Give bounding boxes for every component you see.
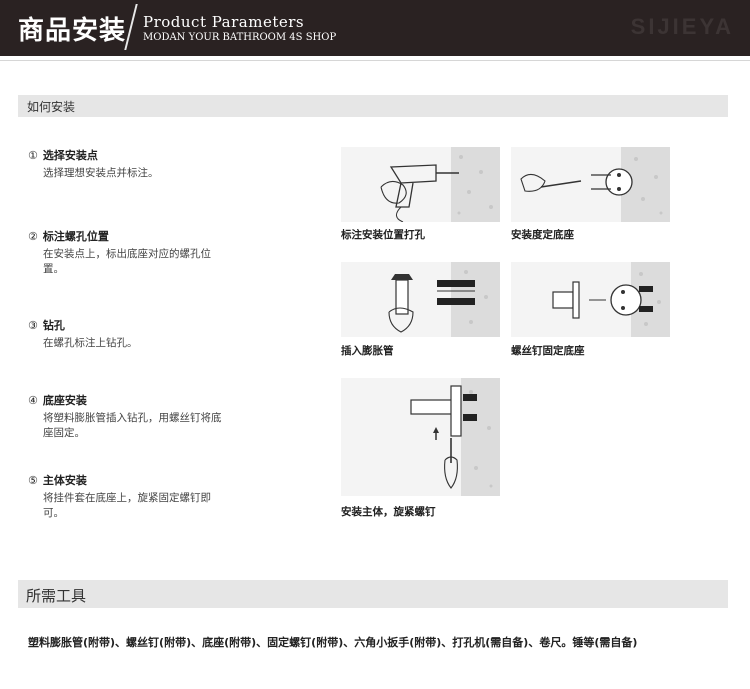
header-subtitle: Product Parameters [143, 13, 305, 31]
figure-caption: 安装度定底座 [511, 229, 574, 241]
figure-caption: 插入膨胀管 [341, 345, 394, 357]
step-number: ③ [28, 319, 38, 332]
figure-drill-image [341, 147, 500, 222]
step-2: ② 标注螺孔位置 在安装点上，标出底座对应的螺孔位置。 [28, 228, 238, 277]
header-divider [124, 4, 138, 50]
step-description: 将塑料膨胀管插入钻孔，用螺丝钉将底座固定。 [43, 412, 222, 439]
figure-marking-image [511, 147, 670, 222]
figure-mount-image [341, 378, 500, 496]
header-title: 商品安装 [18, 16, 127, 46]
header-rule [0, 60, 750, 61]
figure-caption: 安装主体，旋紧螺钉 [341, 506, 436, 518]
step-number: ⑤ [28, 474, 38, 487]
tools-list: 塑料膨胀管(附带)、螺丝钉(附带)、底座(附带)、固定螺钉(附带)、六角小扳手(… [28, 636, 638, 649]
section-install-bar: 如何安装 [18, 95, 728, 117]
step-5: ⑤ 主体安装 将挂件套在底座上，旋紧固定螺钉即可。 [28, 472, 238, 521]
section-tools-bar: 所需工具 [18, 580, 728, 608]
step-number: ② [28, 230, 38, 243]
step-title: 底座安装 [42, 394, 87, 407]
step-title: 标注螺孔位置 [42, 230, 109, 243]
brand-logo: SIJIEYA [630, 14, 734, 39]
step-description: 在安装点上，标出底座对应的螺孔位置。 [43, 248, 211, 275]
figure-base-image [511, 262, 670, 337]
header-tagline: MODAN YOUR BATHROOM 4S SHOP [143, 32, 337, 43]
step-title: 钻孔 [42, 319, 65, 332]
step-description: 在螺孔标注上钻孔。 [43, 337, 138, 349]
figure-hammer-image [341, 262, 500, 337]
step-number: ① [28, 149, 38, 162]
step-description: 选择理想安装点并标注。 [43, 167, 159, 179]
step-title: 选择安装点 [42, 149, 98, 162]
step-description: 将挂件套在底座上，旋紧固定螺钉即可。 [43, 492, 211, 519]
step-4: ④ 底座安装 将塑料膨胀管插入钻孔，用螺丝钉将底座固定。 [28, 392, 238, 441]
step-1: ① 选择安装点 选择理想安装点并标注。 [28, 147, 238, 181]
step-number: ④ [28, 394, 38, 407]
step-3: ③ 钻孔 在螺孔标注上钻孔。 [28, 317, 238, 351]
section-install-label: 如何安装 [27, 100, 76, 114]
figure-caption: 标注安装位置打孔 [341, 229, 425, 241]
step-title: 主体安装 [42, 474, 87, 487]
header-banner: 商品安装 Product Parameters MODAN YOUR BATHR… [0, 0, 750, 56]
section-tools-label: 所需工具 [26, 587, 87, 605]
figure-caption: 螺丝钉固定底座 [511, 345, 585, 357]
